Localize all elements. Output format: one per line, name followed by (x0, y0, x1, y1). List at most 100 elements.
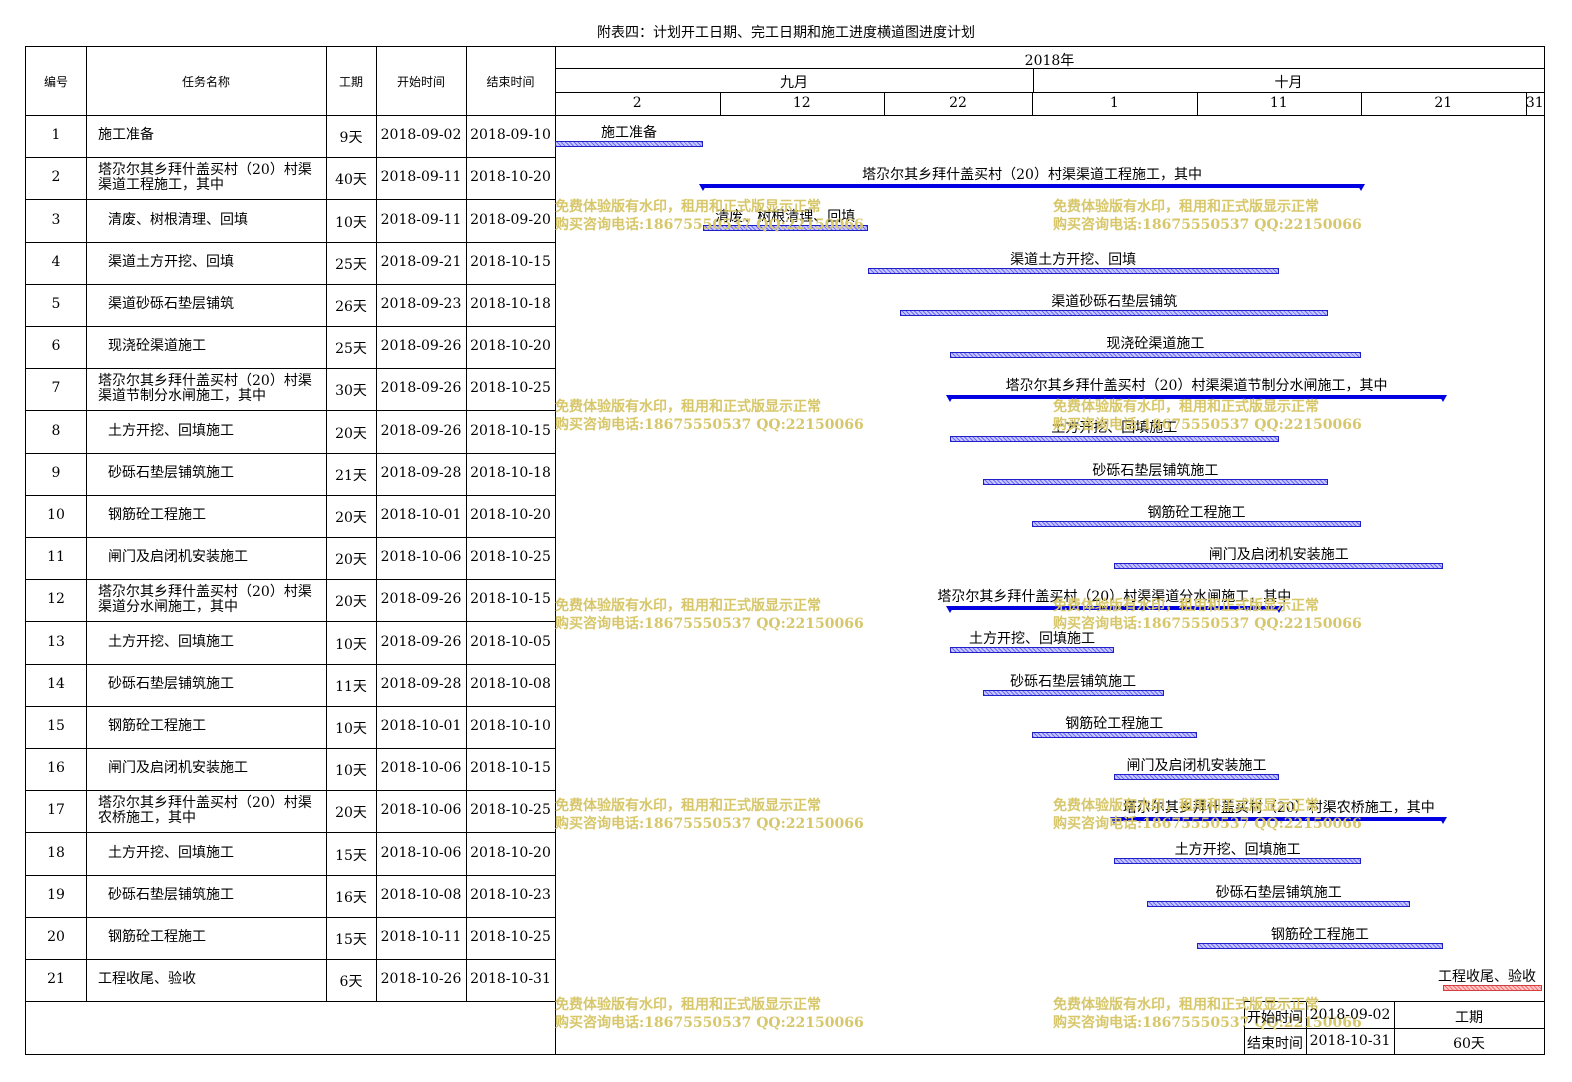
grid-hline (25, 579, 555, 581)
task-start: 2018-09-26 (380, 633, 462, 650)
task-start: 2018-10-26 (380, 971, 462, 988)
watermark-line1: 免费体验版有水印，租用和正式版显示正常 (555, 798, 821, 814)
watermark-line2: 购买咨询电话:18675550537 QQ:22150066 (555, 616, 864, 632)
footer-end-value: 2018-10-31 (1309, 1033, 1391, 1049)
tick-line (1196, 92, 1198, 115)
task-duration: 16天 (335, 889, 367, 906)
task-duration: 20天 (335, 425, 367, 442)
task-name: 塔尕尔其乡拜什盖买村（20）村渠农桥施工，其中 (98, 795, 312, 827)
task-end: 2018-10-18 (470, 295, 551, 312)
task-duration: 6天 (339, 974, 363, 991)
grid-hline (25, 705, 555, 707)
watermark-text: 免费体验版有水印，租用和正式版显示正常 购买咨询电话:18675550537 QQ… (555, 198, 864, 234)
task-id: 6 (51, 338, 61, 355)
task-end: 2018-10-10 (470, 717, 551, 734)
task-name: 钢筋砼工程施工 (108, 717, 206, 734)
footer-start-value: 2018-09-02 (1309, 1007, 1391, 1023)
task-duration: 20天 (335, 594, 367, 611)
task-id: 16 (47, 760, 65, 777)
task-id: 20 (47, 928, 65, 945)
task-duration: 9天 (339, 130, 363, 147)
bar-label: 钢筋砼工程施工 (1065, 715, 1164, 732)
watermark-line1: 免费体验版有水印，租用和正式版显示正常 (1053, 399, 1319, 415)
task-duration: 20天 (335, 552, 367, 569)
grid-hline (25, 663, 555, 665)
task-name: 闸门及启闭机安装施工 (108, 549, 248, 566)
watermark-line1: 免费体验版有水印，租用和正式版显示正常 (1053, 798, 1319, 814)
task-end: 2018-10-20 (470, 338, 551, 355)
tick-line (884, 92, 885, 115)
task-start: 2018-09-26 (380, 380, 462, 397)
task-duration: 30天 (335, 383, 367, 400)
task-end: 2018-10-08 (470, 675, 551, 692)
watermark-text: 免费体验版有水印，租用和正式版显示正常 购买咨询电话:18675550537 QQ… (555, 996, 864, 1032)
grid-hline (25, 790, 555, 792)
task-id: 12 (47, 591, 65, 608)
watermark-line1: 免费体验版有水印，租用和正式版显示正常 (1053, 598, 1319, 614)
task-id: 8 (51, 422, 61, 439)
tick-line (719, 92, 721, 115)
task-start: 2018-10-11 (380, 928, 462, 945)
task-start: 2018-09-23 (380, 295, 462, 312)
task-name: 现浇砼渠道施工 (108, 338, 206, 355)
tick-line (1032, 92, 1034, 115)
task-id: 19 (47, 886, 65, 903)
watermark-line1: 免费体验版有水印，租用和正式版显示正常 (1053, 199, 1319, 215)
task-start: 2018-10-01 (380, 506, 462, 523)
task-start: 2018-10-08 (380, 886, 462, 903)
bar-label: 渠道砂砾石垫层铺筑 (1051, 293, 1178, 310)
task-name: 钢筋砼工程施工 (108, 506, 206, 523)
task-name: 清废、树根清理、回填 (108, 211, 248, 228)
task-start: 2018-09-11 (380, 211, 462, 228)
watermark-line2: 购买咨询电话:18675550537 QQ:22150066 (1053, 417, 1362, 433)
task-end: 2018-09-10 (470, 127, 551, 144)
bar-label: 塔尕尔其乡拜什盖买村（20）村渠渠道工程施工，其中 (862, 167, 1202, 184)
tick-line (1361, 92, 1363, 115)
grid-hline (25, 494, 555, 496)
task-name: 砂砾石垫层铺筑施工 (108, 886, 234, 903)
tick-label: 1 (1109, 95, 1119, 111)
task-duration: 15天 (335, 931, 367, 948)
task-name: 钢筋砼工程施工 (108, 928, 206, 945)
task-id: 10 (47, 506, 65, 523)
task-start: 2018-09-11 (380, 169, 462, 186)
task-start: 2018-10-06 (380, 760, 462, 777)
footer-start-label: 开始时间 (1247, 1010, 1303, 1026)
task-id: 9 (51, 464, 61, 481)
task-start: 2018-09-02 (380, 127, 462, 144)
bar-label: 钢筋砼工程施工 (1270, 926, 1369, 943)
watermark-line2: 购买咨询电话:18675550537 QQ:22150066 (1053, 816, 1362, 832)
watermark-line1: 免费体验版有水印，租用和正式版显示正常 (555, 997, 821, 1013)
grid-hline (555, 92, 1544, 93)
task-name: 塔尕尔其乡拜什盖买村（20）村渠渠道节制分水闸施工，其中 (98, 373, 312, 405)
watermark-text: 免费体验版有水印，租用和正式版显示正常 购买咨询电话:18675550537 QQ… (555, 398, 864, 434)
task-id: 21 (47, 971, 65, 988)
watermark-text: 免费体验版有水印，租用和正式版显示正常 购买咨询电话:18675550537 QQ… (555, 597, 864, 633)
task-id: 17 (47, 802, 65, 819)
footer-end-label: 结束时间 (1247, 1036, 1303, 1052)
grid-hline (25, 452, 555, 454)
grid-hline (25, 537, 555, 538)
task-end: 2018-09-20 (470, 211, 551, 228)
task-start: 2018-10-06 (380, 844, 462, 861)
task-name: 渠道土方开挖、回填 (108, 253, 234, 270)
grid-hline (25, 368, 555, 370)
tick-label: 12 (792, 95, 811, 111)
task-start: 2018-09-21 (380, 253, 462, 270)
task-duration: 40天 (335, 172, 367, 189)
task-id: 3 (51, 211, 61, 228)
bar-label: 工程收尾、验收 (1438, 969, 1536, 985)
task-name: 砂砾石垫层铺筑施工 (108, 464, 234, 481)
footer-duration-label: 工期 (1455, 1010, 1483, 1026)
watermark-line2: 购买咨询电话:18675550537 QQ:22150066 (555, 217, 864, 233)
bar-label: 闸门及启闭机安装施工 (1208, 547, 1349, 563)
grid-hline (25, 1001, 555, 1003)
tick-label: 22 (949, 95, 967, 111)
tick-label: 31 (1525, 95, 1544, 111)
page-title: 附表四：计划开工日期、完工日期和施工进度横道图进度计划 (597, 25, 975, 41)
watermark-line2: 购买咨询电话:18675550537 QQ:22150066 (1053, 217, 1362, 233)
tick-label: 21 (1434, 95, 1453, 111)
task-start: 2018-09-26 (380, 591, 462, 608)
bar-label: 渠道土方开挖、回填 (1010, 251, 1137, 268)
task-duration: 26天 (335, 298, 367, 315)
